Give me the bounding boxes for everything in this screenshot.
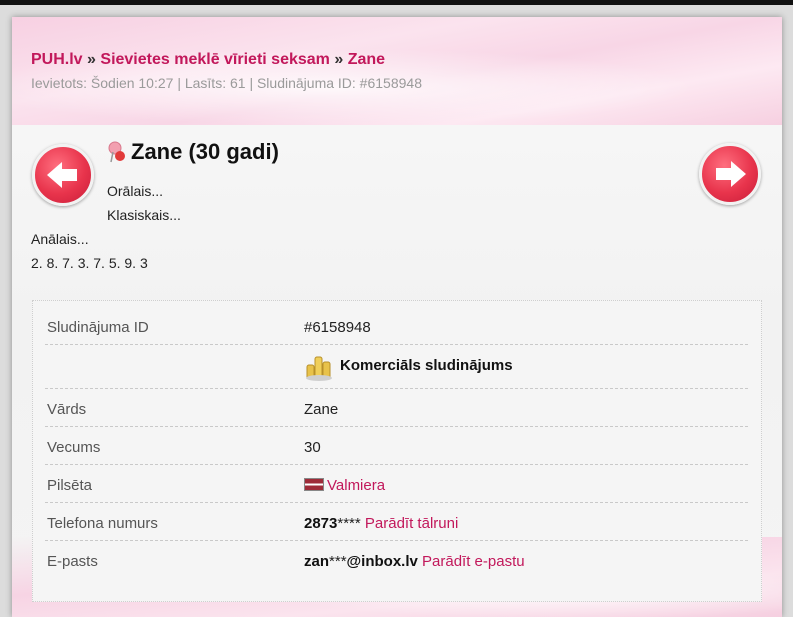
- listing-title: Zane (30 gadi): [131, 139, 279, 164]
- breadcrumb-site-link[interactable]: PUH.lv: [31, 51, 83, 68]
- detail-label: E-pasts: [47, 553, 98, 570]
- description-line: Anālais...: [31, 231, 89, 247]
- email-domain: @inbox.lv: [346, 553, 418, 570]
- left-arrow-icon: [47, 162, 77, 188]
- detail-row-commercial: Komerciāls sludinājums: [45, 345, 748, 389]
- name-value: Zane: [304, 401, 339, 418]
- header-band: [12, 17, 782, 127]
- breadcrumb-current[interactable]: Zane: [348, 51, 385, 68]
- top-bar: [0, 0, 793, 5]
- listing-card: PUH.lv » Sievietes meklē vīrieti seksam …: [12, 17, 782, 617]
- detail-label: Vārds: [47, 401, 87, 418]
- detail-row-phone: Telefona numurs 2873**** Parādīt tālruni: [45, 503, 748, 541]
- age-value: 30: [304, 439, 321, 456]
- commercial-label: Komerciāls sludinājums: [340, 357, 513, 374]
- show-email-link[interactable]: Parādīt e-pastu: [422, 553, 525, 570]
- phone-mask: ****: [337, 515, 361, 532]
- previous-listing-button[interactable]: [32, 144, 94, 206]
- breadcrumb: PUH.lv » Sievietes meklē vīrieti seksam …: [31, 51, 385, 69]
- detail-label: Sludinājuma ID: [47, 319, 149, 336]
- breadcrumb-separator: »: [87, 51, 96, 68]
- breadcrumb-category-link[interactable]: Sievietes meklē vīrieti seksam: [100, 51, 330, 68]
- detail-label: Telefona numurs: [47, 515, 158, 532]
- detail-row-age: Vecums 30: [45, 427, 748, 465]
- details-table: Sludinājuma ID #6158948 Komerciāls sludi…: [32, 300, 762, 602]
- phone-value: 2873**** Parādīt tālruni: [304, 515, 458, 532]
- description-line: 2. 8. 7. 3. 7. 5. 9. 3: [31, 255, 148, 271]
- pin-icon: [108, 141, 125, 163]
- detail-row-name: Vārds Zane: [45, 389, 748, 427]
- breadcrumb-separator: »: [334, 51, 344, 68]
- phone-prefix: 2873: [304, 515, 338, 532]
- commercial-badge: Komerciāls sludinājums: [304, 351, 513, 386]
- detail-row-id: Sludinājuma ID #6158948: [45, 307, 748, 345]
- next-listing-button[interactable]: [699, 143, 761, 205]
- description-line: Klasiskais...: [107, 207, 181, 223]
- email-prefix: zan: [304, 553, 330, 570]
- city-link[interactable]: Valmiera: [327, 477, 385, 494]
- email-mask: ***: [329, 553, 347, 570]
- show-phone-link[interactable]: Parādīt tālruni: [365, 515, 458, 532]
- description-line: Orālais...: [107, 183, 164, 199]
- detail-label: Vecums: [47, 439, 101, 456]
- latvia-flag-icon: [304, 478, 324, 491]
- email-value: zan***@inbox.lv Parādīt e-pastu: [304, 553, 525, 570]
- detail-row-city: Pilsēta Valmiera: [45, 465, 748, 503]
- coins-icon: [306, 356, 332, 381]
- listing-meta: Ievietots: Šodien 10:27 | Lasīts: 61 | S…: [31, 75, 422, 91]
- detail-label: Pilsēta: [47, 477, 93, 494]
- right-arrow-icon: [716, 161, 746, 187]
- detail-row-email: E-pasts zan***@inbox.lv Parādīt e-pastu: [45, 541, 748, 579]
- listing-id-value: #6158948: [304, 319, 371, 336]
- city-value: Valmiera: [304, 477, 385, 494]
